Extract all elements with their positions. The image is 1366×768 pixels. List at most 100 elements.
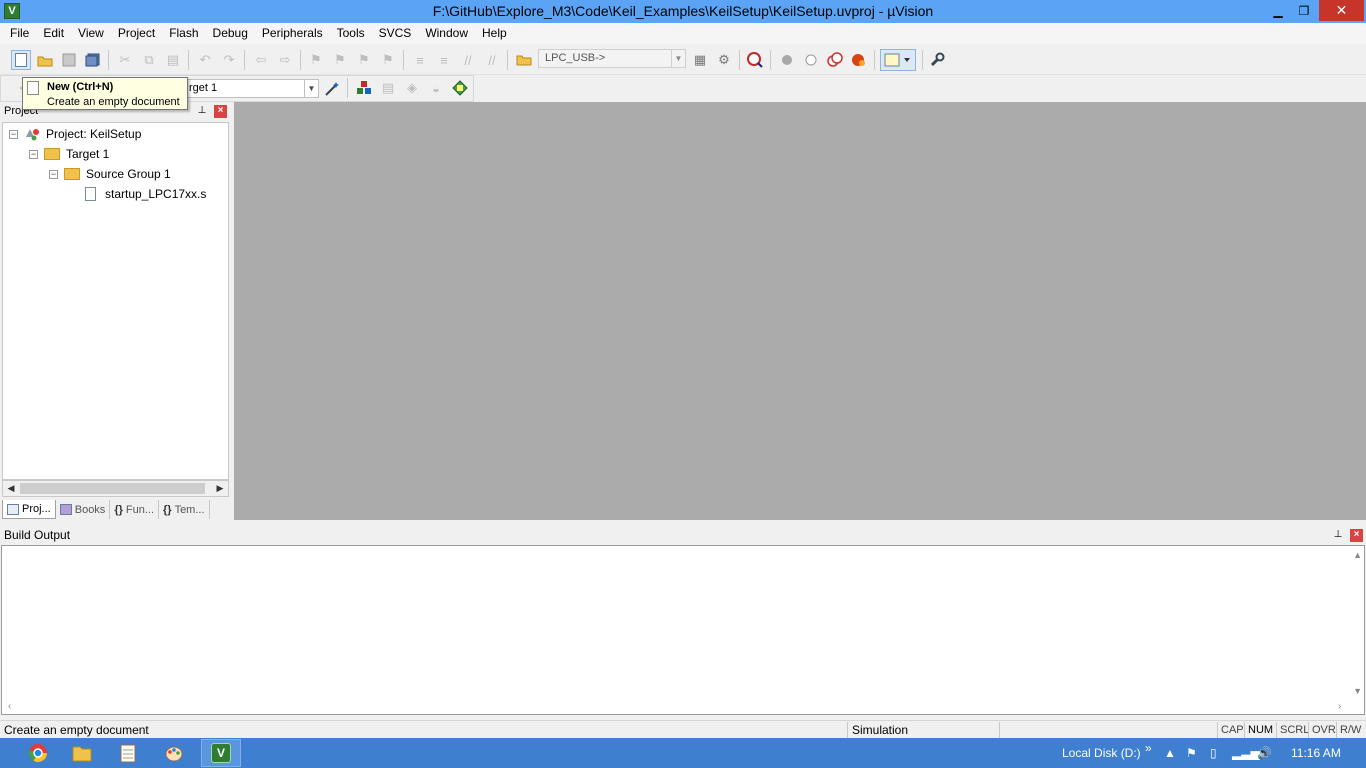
- scroll-right-icon[interactable]: ▶: [213, 482, 227, 495]
- volume-icon[interactable]: 🔊: [1257, 746, 1272, 760]
- insert-breakpoint-icon[interactable]: [777, 50, 797, 70]
- kill-all-breakpoints-icon[interactable]: [849, 50, 869, 70]
- menu-help[interactable]: Help: [475, 23, 514, 44]
- uncomment-icon[interactable]: //: [482, 50, 502, 70]
- toolbar-separator: [244, 50, 245, 70]
- select-packs-icon[interactable]: ◈: [402, 78, 422, 98]
- debug-mode-status: Simulation: [847, 722, 999, 738]
- action-center-flag-icon[interactable]: ⚑: [1186, 746, 1197, 760]
- tab-functions[interactable]: {} Fun...: [110, 500, 159, 519]
- file-explorer-taskbar-button[interactable]: [62, 739, 102, 767]
- scroll-left-icon[interactable]: ◀: [4, 482, 18, 495]
- tab-project[interactable]: Proj...: [2, 500, 56, 519]
- debug-settings-icon[interactable]: ⚙: [714, 50, 734, 70]
- start-debug-icon[interactable]: [745, 50, 765, 70]
- target-options-icon[interactable]: [323, 78, 343, 98]
- panel-close-icon[interactable]: ×: [1350, 529, 1363, 542]
- panel-close-icon[interactable]: ×: [214, 105, 227, 118]
- editor-area[interactable]: [234, 102, 1366, 520]
- configure-wrench-icon[interactable]: [927, 50, 947, 70]
- menu-peripherals[interactable]: Peripherals: [255, 23, 330, 44]
- menu-edit[interactable]: Edit: [36, 23, 71, 44]
- disable-all-breakpoints-icon[interactable]: [825, 50, 845, 70]
- minimize-button[interactable]: ▁: [1264, 0, 1292, 21]
- collapse-icon[interactable]: −: [9, 129, 18, 139]
- collapse-icon[interactable]: −: [29, 149, 38, 159]
- device-icon[interactable]: ▯: [1210, 746, 1217, 760]
- scroll-left-icon[interactable]: ‹: [8, 701, 11, 712]
- target-select[interactable]: rget 1 ▼: [186, 79, 319, 98]
- redo-icon[interactable]: ↷: [219, 50, 239, 70]
- copy-icon[interactable]: ⧉: [139, 50, 159, 70]
- undo-icon[interactable]: ↶: [195, 50, 215, 70]
- bookmark-next-icon[interactable]: ⚑: [354, 50, 374, 70]
- indent-icon[interactable]: ≡: [410, 50, 430, 70]
- project-horizontal-scrollbar[interactable]: ◀ ▶: [2, 480, 229, 497]
- tree-item-target[interactable]: − Target 1: [29, 145, 109, 163]
- menu-debug[interactable]: Debug: [206, 23, 255, 44]
- chevron-down-icon[interactable]: ▼: [304, 80, 318, 97]
- collapse-icon[interactable]: −: [49, 169, 58, 179]
- menu-project[interactable]: Project: [111, 23, 162, 44]
- manage-books-icon[interactable]: ▤: [378, 78, 398, 98]
- window-layout-icon[interactable]: [880, 49, 916, 71]
- kill-breakpoints-glyph: [852, 54, 865, 66]
- tree-item-file[interactable]: startup_LPC17xx.s: [85, 185, 206, 203]
- show-hidden-icons-icon[interactable]: ▲: [1164, 746, 1176, 760]
- uvision-taskbar-button[interactable]: V: [201, 739, 241, 767]
- scroll-up-icon[interactable]: ▲: [1353, 550, 1362, 560]
- save-all-icon[interactable]: [83, 50, 103, 70]
- tab-books[interactable]: Books: [56, 500, 111, 519]
- network-signal-icon[interactable]: ▂▃▅: [1232, 746, 1260, 760]
- tray-drive-label[interactable]: Local Disk (D:): [1062, 746, 1141, 760]
- pin-icon[interactable]: ⊥: [196, 105, 208, 117]
- notepad-taskbar-button[interactable]: [108, 739, 148, 767]
- menu-flash[interactable]: Flash: [162, 23, 205, 44]
- file-toolbar: ✂ ⧉ ▤ ↶ ↷ ⇦ ⇨ ⚑ ⚑ ⚑ ⚑ ≡ ≡ // // LPC_USB-…: [0, 45, 1366, 75]
- pin-icon[interactable]: ⊥: [1332, 529, 1344, 541]
- scroll-right-icon[interactable]: ›: [1338, 701, 1341, 712]
- chevron-down-icon[interactable]: ▼: [671, 50, 685, 67]
- unindent-icon[interactable]: ≡: [434, 50, 454, 70]
- menu-tools[interactable]: Tools: [330, 23, 372, 44]
- bookmark-toggle-icon[interactable]: ⚑: [306, 50, 326, 70]
- pack-installer-icon[interactable]: ◒: [426, 78, 446, 98]
- build-output-text[interactable]: ▲ ▼ ‹ ›: [1, 545, 1365, 715]
- navigate-forward-icon[interactable]: ⇨: [275, 50, 295, 70]
- paste-icon[interactable]: ▤: [163, 50, 183, 70]
- tree-item-source-group[interactable]: − Source Group 1: [49, 165, 171, 183]
- tab-templates[interactable]: {} Tem...: [159, 500, 210, 519]
- open-folder-icon[interactable]: [35, 50, 55, 70]
- save-icon[interactable]: [59, 50, 79, 70]
- title-bar[interactable]: V F:\GitHub\Explore_M3\Code\Keil_Example…: [0, 0, 1366, 23]
- navigate-back-icon[interactable]: ⇦: [251, 50, 271, 70]
- clock-time[interactable]: 11:16 AM: [1291, 746, 1341, 760]
- tray-chevron-icon[interactable]: »: [1145, 741, 1152, 755]
- project-tree[interactable]: − Project: KeilSetup − Target 1 − Source…: [2, 122, 229, 480]
- bookmark-previous-icon[interactable]: ⚑: [330, 50, 350, 70]
- cut-icon[interactable]: ✂: [115, 50, 135, 70]
- menu-window[interactable]: Window: [418, 23, 475, 44]
- toolbar-separator: [403, 50, 404, 70]
- file-extensions-icon[interactable]: [354, 78, 374, 98]
- disable-breakpoint-icon[interactable]: [801, 50, 821, 70]
- chrome-taskbar-button[interactable]: [18, 739, 58, 767]
- menu-file[interactable]: File: [3, 23, 36, 44]
- paint-taskbar-button[interactable]: [154, 739, 194, 767]
- tree-item-project[interactable]: − Project: KeilSetup: [9, 125, 141, 143]
- scroll-thumb[interactable]: [20, 483, 205, 494]
- bookmark-clear-icon[interactable]: ⚑: [378, 50, 398, 70]
- restore-button[interactable]: ❐: [1290, 0, 1318, 21]
- menu-svcs[interactable]: SVCS: [372, 23, 419, 44]
- target-select-text: rget 1: [189, 82, 218, 94]
- new-file-icon[interactable]: [11, 50, 31, 70]
- find-in-files-icon[interactable]: [514, 50, 534, 70]
- incremental-find-icon[interactable]: ▦: [690, 50, 710, 70]
- comment-icon[interactable]: //: [458, 50, 478, 70]
- manage-run-time-environment-icon[interactable]: [450, 78, 470, 98]
- menu-view[interactable]: View: [71, 23, 111, 44]
- toolbar-separator: [770, 50, 771, 70]
- find-target-combo[interactable]: LPC_USB-> ▼: [538, 49, 686, 68]
- scroll-down-icon[interactable]: ▼: [1353, 686, 1362, 696]
- close-button[interactable]: ✕: [1319, 0, 1364, 21]
